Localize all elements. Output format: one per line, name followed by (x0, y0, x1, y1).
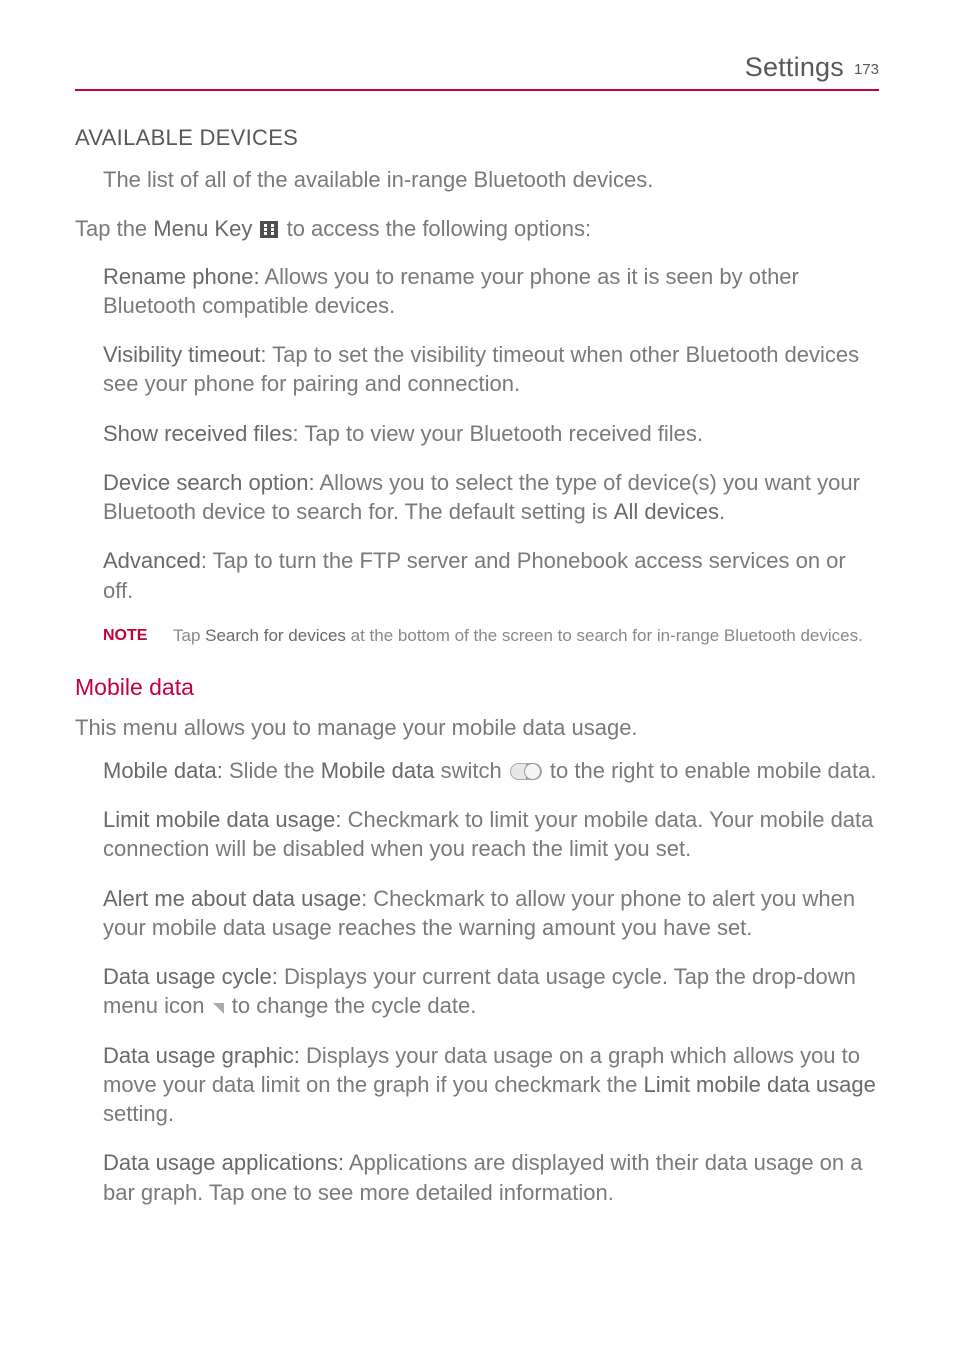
mobile-data-intro: This menu allows you to manage your mobi… (75, 713, 879, 742)
mobile-data-pre: Slide the (223, 758, 321, 783)
tap-post: to access the following options: (280, 216, 591, 241)
note-pre: Tap (173, 626, 205, 645)
advanced-text: : Tap to turn the FTP server and Phonebo… (103, 548, 846, 602)
rename-title: Rename phone: (103, 264, 260, 289)
graphic-bold-mid: Limit mobile data usage (643, 1072, 875, 1097)
item-limit-usage: Limit mobile data usage: Checkmark to li… (75, 805, 879, 864)
option-rename-phone: Rename phone: Allows you to rename your … (75, 262, 879, 321)
visibility-title: Visibility timeout (103, 342, 260, 367)
available-devices-desc: The list of all of the available in-rang… (75, 165, 879, 194)
note-post: at the bottom of the screen to search fo… (346, 626, 863, 645)
show-received-title: Show received files (103, 421, 293, 446)
limit-title: Limit mobile data usage: (103, 807, 341, 832)
note-bold: Search for devices (205, 626, 346, 645)
option-visibility-timeout: Visibility timeout: Tap to set the visib… (75, 340, 879, 399)
alert-title: Alert me about data usage (103, 886, 361, 911)
mobile-data-post: to the right to enable mobile data. (544, 758, 877, 783)
graphic-post: setting. (103, 1101, 174, 1126)
item-alert-usage: Alert me about data usage: Checkmark to … (75, 884, 879, 943)
item-usage-cycle: Data usage cycle: Displays your current … (75, 962, 879, 1021)
item-usage-applications: Data usage applications: Applications ar… (75, 1148, 879, 1207)
all-devices-label: All devices (614, 499, 719, 524)
mobile-data-heading: Mobile data (75, 674, 879, 701)
graphic-title: Data usage graphic: (103, 1043, 300, 1068)
menu-key-icon (260, 221, 278, 238)
advanced-title: Advanced (103, 548, 201, 573)
tap-menu-instruction: Tap the Menu Key to access the following… (75, 214, 879, 243)
available-devices-heading: AVAILABLE DEVICES (75, 125, 879, 151)
item-usage-graphic: Data usage graphic: Displays your data u… (75, 1041, 879, 1129)
menu-key-label: Menu Key (153, 216, 252, 241)
mobile-data-mid: switch (434, 758, 507, 783)
cycle-title: Data usage cycle: (103, 964, 278, 989)
show-received-text: : Tap to view your Bluetooth received fi… (293, 421, 703, 446)
mobile-data-title: Mobile data: (103, 758, 223, 783)
apps-title: Data usage applications: (103, 1150, 344, 1175)
note-block: NOTE Tap Search for devices at the botto… (75, 625, 879, 648)
option-show-received: Show received files: Tap to view your Bl… (75, 419, 879, 448)
toggle-switch-icon (510, 763, 542, 780)
mobile-data-bold-mid: Mobile data (321, 758, 435, 783)
note-text: Tap Search for devices at the bottom of … (173, 625, 863, 648)
dropdown-triangle-icon (213, 1003, 224, 1014)
cycle-post: to change the cycle date. (226, 993, 477, 1018)
option-device-search: Device search option: Allows you to sele… (75, 468, 879, 527)
header-title: Settings (745, 52, 844, 83)
device-search-post: . (719, 499, 725, 524)
item-mobile-data: Mobile data: Slide the Mobile data switc… (75, 756, 879, 785)
page-number: 173 (854, 61, 879, 78)
device-search-title: Device search option: (103, 470, 315, 495)
page-header: Settings 173 (75, 52, 879, 91)
document-page: Settings 173 AVAILABLE DEVICES The list … (0, 0, 954, 1372)
option-advanced: Advanced: Tap to turn the FTP server and… (75, 546, 879, 605)
note-label: NOTE (103, 625, 173, 648)
tap-pre: Tap the (75, 216, 153, 241)
